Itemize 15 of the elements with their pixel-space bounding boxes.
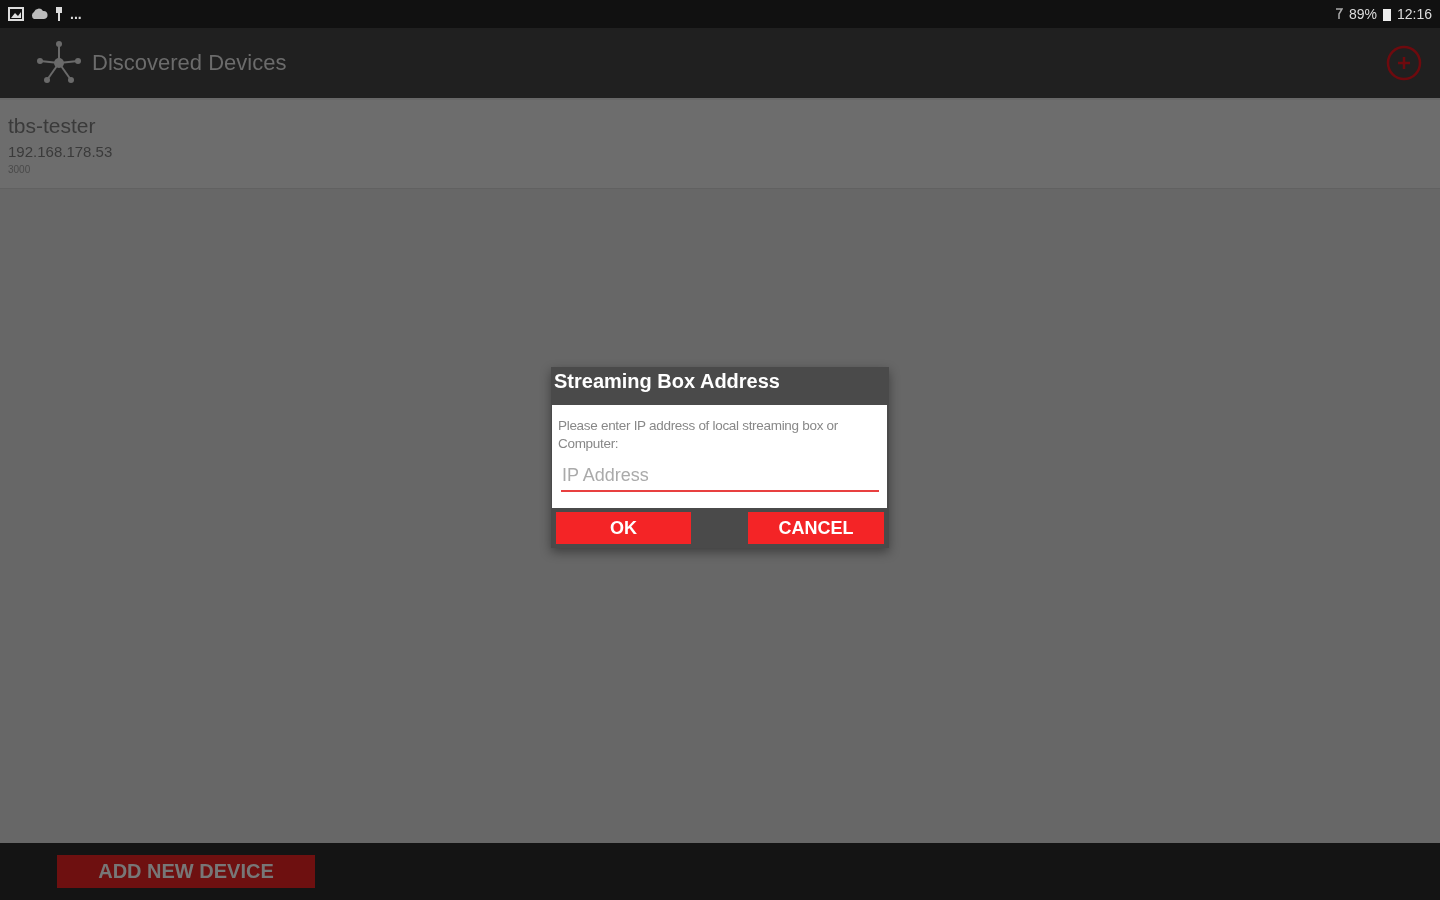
add-device-button[interactable]: ADD NEW DEVICE	[57, 855, 315, 888]
battery-icon	[1382, 7, 1391, 21]
network-nodes-icon	[36, 40, 82, 86]
cloud-icon	[30, 7, 48, 21]
ok-button[interactable]: OK	[556, 512, 691, 544]
usb-icon	[54, 6, 64, 22]
dialog-message: Please enter IP address of local streaming box or Computer:	[558, 417, 839, 453]
add-icon[interactable]	[1386, 45, 1422, 81]
image-icon	[8, 7, 24, 21]
dialog-title: Streaming Box Address	[552, 367, 887, 405]
overflow-indicator: ...	[70, 6, 82, 22]
screen-title: Discovered Devices	[92, 50, 287, 76]
cancel-button[interactable]: CANCEL	[748, 512, 884, 544]
clock: 12:16	[1396, 6, 1432, 22]
battery-percent: 89%	[1348, 6, 1377, 22]
